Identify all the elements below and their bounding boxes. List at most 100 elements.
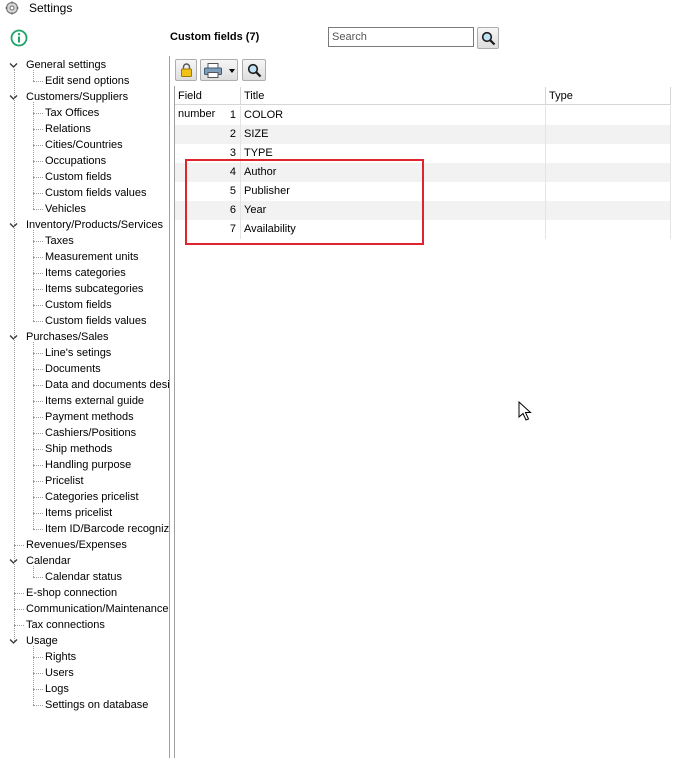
print-button[interactable] [200,59,238,81]
tree-connector [33,705,43,706]
tree-item[interactable]: Items categories [45,265,126,281]
tree-group[interactable]: Customers/Suppliers [26,89,128,105]
tree-connector [33,657,43,658]
field-number-cell[interactable]: 2 [175,125,241,144]
tree-item[interactable]: Settings on database [45,697,148,713]
tree-group[interactable]: Revenues/Expenses [26,537,127,553]
tree-item[interactable]: Calendar status [45,569,122,585]
tree-item[interactable]: Relations [45,121,91,137]
tree-group[interactable]: Usage [26,633,58,649]
tree-connector [33,342,34,529]
tree-connector [33,257,43,258]
cursor-icon [518,401,532,421]
title-cell[interactable]: SIZE [241,125,546,144]
settings-tree: General settings Edit send options Custome… [0,56,170,758]
tree-item[interactable]: Cashiers/Positions [45,425,136,441]
search-button[interactable] [477,27,499,49]
tree-item[interactable]: Rights [45,649,76,665]
tree-connector [33,513,43,514]
type-cell[interactable] [546,182,671,201]
tree-item[interactable]: Pricelist [45,473,84,489]
tree-item[interactable]: Items pricelist [45,505,112,521]
tree-item[interactable]: Vehicles [45,201,86,217]
tree-connector [33,241,43,242]
tree-connector [33,465,43,466]
printer-icon [204,63,222,78]
tree-item[interactable]: Ship methods [45,441,112,457]
tree-item[interactable]: Payment methods [45,409,134,425]
grid-header: Field number Title Type [175,87,671,120]
tree-item[interactable]: Custom fields [45,169,112,185]
type-cell[interactable] [546,163,671,182]
type-cell[interactable] [546,125,671,144]
tree-connector [33,385,43,386]
tree-connector [33,369,43,370]
tree-item[interactable]: Items external guide [45,393,144,409]
lock-button[interactable] [175,59,197,81]
tree-item[interactable]: Measurement units [45,249,139,265]
tree-item[interactable]: Data and documents desi [45,377,169,393]
type-cell[interactable] [546,106,671,125]
field-number-cell[interactable]: 1 [175,106,241,125]
type-cell[interactable] [546,201,671,220]
tree-item[interactable]: Line's setings [45,345,111,361]
tree-connector [33,481,43,482]
tree-connector [33,529,43,530]
tree-connector [14,625,24,626]
tree-item[interactable]: Logs [45,681,69,697]
tree-item[interactable]: Items subcategories [45,281,143,297]
tree-connector [33,353,43,354]
zoom-button[interactable] [242,59,266,81]
tree-item[interactable]: Custom fields values [45,185,147,201]
tree-group[interactable]: Tax connections [26,617,105,633]
tree-item[interactable]: Custom fields [45,297,112,313]
tree-item[interactable]: Taxes [45,233,74,249]
tree-group[interactable]: Communication/Maintenance [26,601,168,617]
tree-item[interactable]: Tax Offices [45,105,99,121]
tree-item[interactable]: Handling purpose [45,457,131,473]
tree-connector [14,593,24,594]
table-row[interactable]: 2 SIZE [175,125,671,144]
tree-connector [33,209,43,210]
tree-connector [33,273,43,274]
tree-connector [33,449,43,450]
table-row[interactable]: 1 COLOR [175,106,671,125]
tree-group[interactable]: E-shop connection [26,585,117,601]
tree-item[interactable]: Documents [45,361,101,377]
tree-connector [33,102,34,209]
type-cell[interactable] [546,220,671,239]
tree-connector [33,145,43,146]
info-icon[interactable] [10,29,28,47]
column-header-type[interactable]: Type [546,87,671,105]
tree-item[interactable]: Occupations [45,153,106,169]
tree-connector [33,577,43,578]
column-header-title[interactable]: Title [241,87,546,105]
window-title: Settings [29,1,73,15]
tree-connector [33,401,43,402]
tree-connector [33,177,43,178]
page-title: Custom fields (7) [170,31,260,43]
tree-item[interactable]: Categories pricelist [45,489,139,505]
tree-connector [33,321,43,322]
tree-group[interactable]: General settings [26,57,106,73]
title-cell[interactable]: COLOR [241,106,546,125]
tree-item[interactable]: Edit send options [45,73,129,89]
column-header-field-number[interactable]: Field number [175,87,241,120]
tree-connector [33,689,43,690]
settings-app-icon [5,1,19,15]
tree-connector [33,129,43,130]
tree-group[interactable]: Inventory/Products/Services [26,217,163,233]
tree-item[interactable]: Custom fields values [45,313,147,329]
lock-icon [181,63,192,77]
tree-connector [33,193,43,194]
tree-item[interactable]: Item ID/Barcode recognize [45,521,169,537]
search-input[interactable] [328,27,474,47]
tree-connector [33,305,43,306]
tree-connector [33,230,34,321]
tree-item[interactable]: Users [45,665,74,681]
tree-group[interactable]: Purchases/Sales [26,329,109,345]
chevron-down-icon[interactable] [229,69,235,73]
type-cell[interactable] [546,144,671,163]
tree-item[interactable]: Cities/Countries [45,137,123,153]
tree-connector [33,70,34,81]
